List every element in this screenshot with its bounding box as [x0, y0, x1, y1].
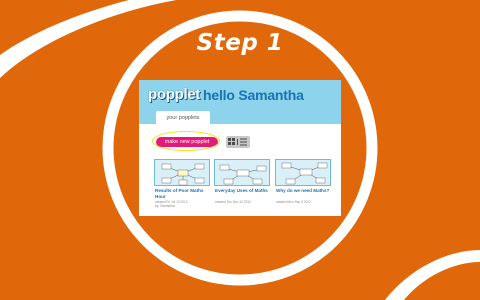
popplet-card[interactable]: Why do we need Maths? created Mon Sep 3 … [275, 159, 331, 209]
toggle-divider [237, 139, 238, 145]
popplet-thumbnail[interactable] [214, 159, 270, 186]
popplet-thumbnail[interactable] [154, 159, 210, 186]
greeting-text: hello Samantha [203, 87, 304, 103]
popplet-meta: created Fri Jul 13 2012 by: Samantha [155, 200, 188, 208]
popplet-card[interactable]: Everyday Uses of Maths created Thu Dec 1… [214, 159, 270, 209]
highlight-circle [152, 131, 220, 151]
popplet-screenshot: popplet hello Samantha your popplets mak… [139, 80, 341, 216]
view-toggle[interactable] [226, 136, 250, 148]
tab-your-popplets[interactable]: your popplets [156, 111, 210, 125]
grid-icon[interactable] [228, 138, 236, 146]
popplet-logo[interactable]: popplet [148, 86, 200, 103]
popplet-card[interactable]: Results of Poor Maths Hour created Fri J… [154, 159, 210, 209]
popplet-meta: created Mon Sep 3 2012 [276, 200, 311, 204]
popplet-title[interactable]: Why do we need Maths? [276, 188, 332, 194]
popplet-title[interactable]: Everyday Uses of Maths [215, 188, 271, 194]
popplet-thumbnail[interactable] [275, 159, 331, 186]
step-title: Step 1 [196, 30, 284, 56]
app-header: popplet hello Samantha [139, 80, 341, 108]
list-icon[interactable] [240, 138, 247, 146]
popplet-title[interactable]: Results of Poor Maths Hour [155, 188, 211, 199]
popplet-meta: created Thu Dec 10 2012 [215, 200, 251, 204]
